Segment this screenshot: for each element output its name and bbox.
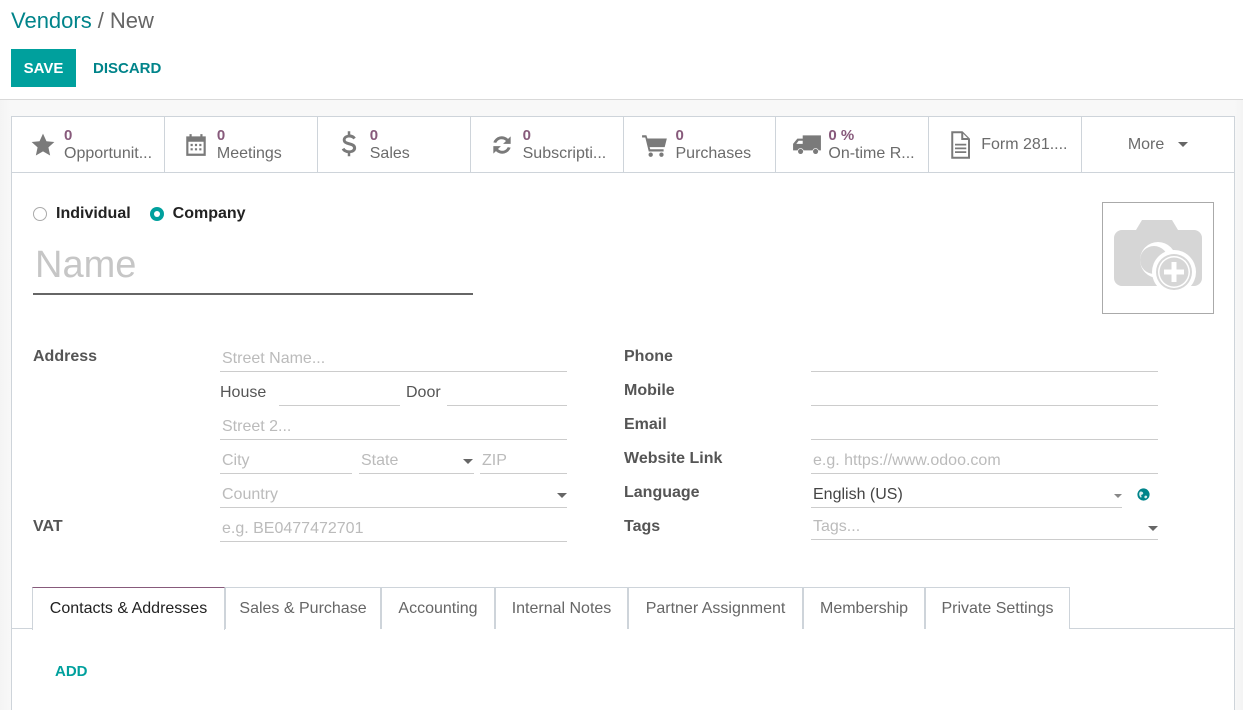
vat-label: VAT bbox=[33, 518, 63, 535]
vat-input[interactable] bbox=[220, 517, 567, 542]
radio-individual[interactable] bbox=[33, 207, 47, 221]
tags-label: Tags bbox=[624, 518, 661, 535]
stat-label: Subscripti... bbox=[522, 144, 607, 162]
dollar-icon bbox=[334, 130, 364, 160]
stat-label: Opportunit... bbox=[64, 144, 153, 162]
tab-sales-purchase[interactable]: Sales & Purchase bbox=[225, 587, 381, 629]
save-button[interactable]: SAVE bbox=[11, 49, 76, 87]
street-input[interactable] bbox=[220, 347, 567, 372]
tab-accounting[interactable]: Accounting bbox=[381, 587, 495, 629]
notebook-tabs: Contacts & Addresses Sales & Purchase Ac… bbox=[12, 587, 1234, 630]
tab-internal-notes[interactable]: Internal Notes bbox=[495, 587, 628, 629]
avatar-upload[interactable] bbox=[1102, 202, 1214, 314]
name-input[interactable] bbox=[33, 238, 473, 295]
phone-input[interactable] bbox=[811, 347, 1158, 372]
stat-label: Form 281.... bbox=[981, 135, 1068, 153]
phone-label: Phone bbox=[624, 348, 673, 365]
door-label: Door bbox=[406, 384, 441, 401]
shopping-cart-icon bbox=[640, 130, 670, 160]
control-panel: Vendors / New SAVE DISCARD bbox=[0, 0, 1243, 100]
website-input[interactable] bbox=[811, 449, 1158, 474]
email-input[interactable] bbox=[811, 415, 1158, 440]
refresh-icon bbox=[487, 130, 517, 160]
breadcrumb-current: New bbox=[109, 8, 154, 33]
meetings-button[interactable]: 0 Meetings bbox=[165, 117, 318, 172]
language-label: Language bbox=[624, 484, 700, 501]
sales-button[interactable]: 0 Sales bbox=[318, 117, 471, 172]
stat-label: Sales bbox=[369, 144, 410, 162]
opportunities-button[interactable]: 0 Opportunit... bbox=[12, 117, 165, 172]
mobile-label: Mobile bbox=[624, 382, 675, 399]
radio-company-label[interactable]: Company bbox=[173, 205, 246, 223]
state-caret-down-icon[interactable] bbox=[463, 459, 473, 464]
address-label: Address bbox=[33, 348, 98, 365]
breadcrumb-separator: / bbox=[97, 8, 104, 33]
camera-plus-icon bbox=[1114, 216, 1202, 301]
house-label: House bbox=[220, 384, 267, 401]
house-input[interactable] bbox=[279, 381, 400, 406]
stat-value: 0 bbox=[522, 126, 531, 144]
door-input[interactable] bbox=[447, 381, 567, 406]
website-label: Website Link bbox=[624, 450, 723, 467]
company-type-selector: Individual Company bbox=[33, 205, 265, 223]
zip-input[interactable] bbox=[480, 449, 567, 474]
stat-label: Purchases bbox=[675, 144, 752, 162]
stat-value: 0 bbox=[675, 126, 684, 144]
stat-label: On-time R... bbox=[828, 144, 915, 162]
file-text-icon bbox=[945, 130, 975, 160]
city-input[interactable] bbox=[220, 449, 352, 474]
on-time-rate-button[interactable]: 0 % On-time R... bbox=[776, 117, 930, 172]
tab-partner-assignment[interactable]: Partner Assignment bbox=[628, 587, 803, 629]
tags-caret-down-icon[interactable] bbox=[1148, 526, 1158, 531]
tab-contacts-addresses[interactable]: Contacts & Addresses bbox=[32, 587, 225, 630]
breadcrumb: Vendors / New bbox=[11, 8, 154, 34]
truck-icon bbox=[792, 130, 822, 160]
mobile-input[interactable] bbox=[811, 381, 1158, 406]
breadcrumb-vendors-link[interactable]: Vendors bbox=[11, 8, 92, 33]
purchases-button[interactable]: 0 Purchases bbox=[624, 117, 777, 172]
smart-button-box: 0 Opportunit... 0 Meetings 0 Sales 0 Subscri… bbox=[12, 117, 1234, 173]
tab-membership[interactable]: Membership bbox=[803, 587, 925, 629]
globe-icon[interactable] bbox=[1137, 488, 1150, 506]
star-icon bbox=[28, 130, 58, 160]
stat-value: 0 bbox=[369, 126, 379, 144]
stat-value: 0 % bbox=[828, 126, 855, 144]
more-label: More bbox=[1127, 135, 1165, 153]
form-281-button[interactable]: Form 281.... bbox=[929, 117, 1083, 172]
language-select[interactable] bbox=[811, 483, 1122, 508]
discard-button[interactable]: DISCARD bbox=[86, 49, 168, 87]
form-sheet: 0 Opportunit... 0 Meetings 0 Sales 0 Subscri… bbox=[11, 116, 1235, 710]
radio-individual-label[interactable]: Individual bbox=[56, 205, 131, 223]
email-label: Email bbox=[624, 416, 667, 433]
subscriptions-button[interactable]: 0 Subscripti... bbox=[471, 117, 624, 172]
tab-private-settings[interactable]: Private Settings bbox=[925, 587, 1070, 629]
radio-company[interactable] bbox=[149, 207, 164, 221]
stat-label: Meetings bbox=[216, 144, 282, 162]
tags-select[interactable] bbox=[811, 515, 1158, 540]
more-dropdown-button[interactable]: More bbox=[1082, 117, 1234, 172]
stat-value: 0 bbox=[64, 126, 73, 144]
country-select[interactable] bbox=[220, 483, 567, 508]
street2-input[interactable] bbox=[220, 415, 567, 440]
country-caret-down-icon[interactable] bbox=[557, 493, 567, 498]
stat-value: 0 bbox=[216, 126, 226, 144]
language-caret-down-icon[interactable] bbox=[1114, 494, 1122, 498]
state-select[interactable] bbox=[359, 449, 474, 474]
caret-down-icon bbox=[1178, 142, 1189, 147]
calendar-icon bbox=[181, 130, 211, 160]
add-contact-button[interactable]: ADD bbox=[55, 663, 88, 680]
